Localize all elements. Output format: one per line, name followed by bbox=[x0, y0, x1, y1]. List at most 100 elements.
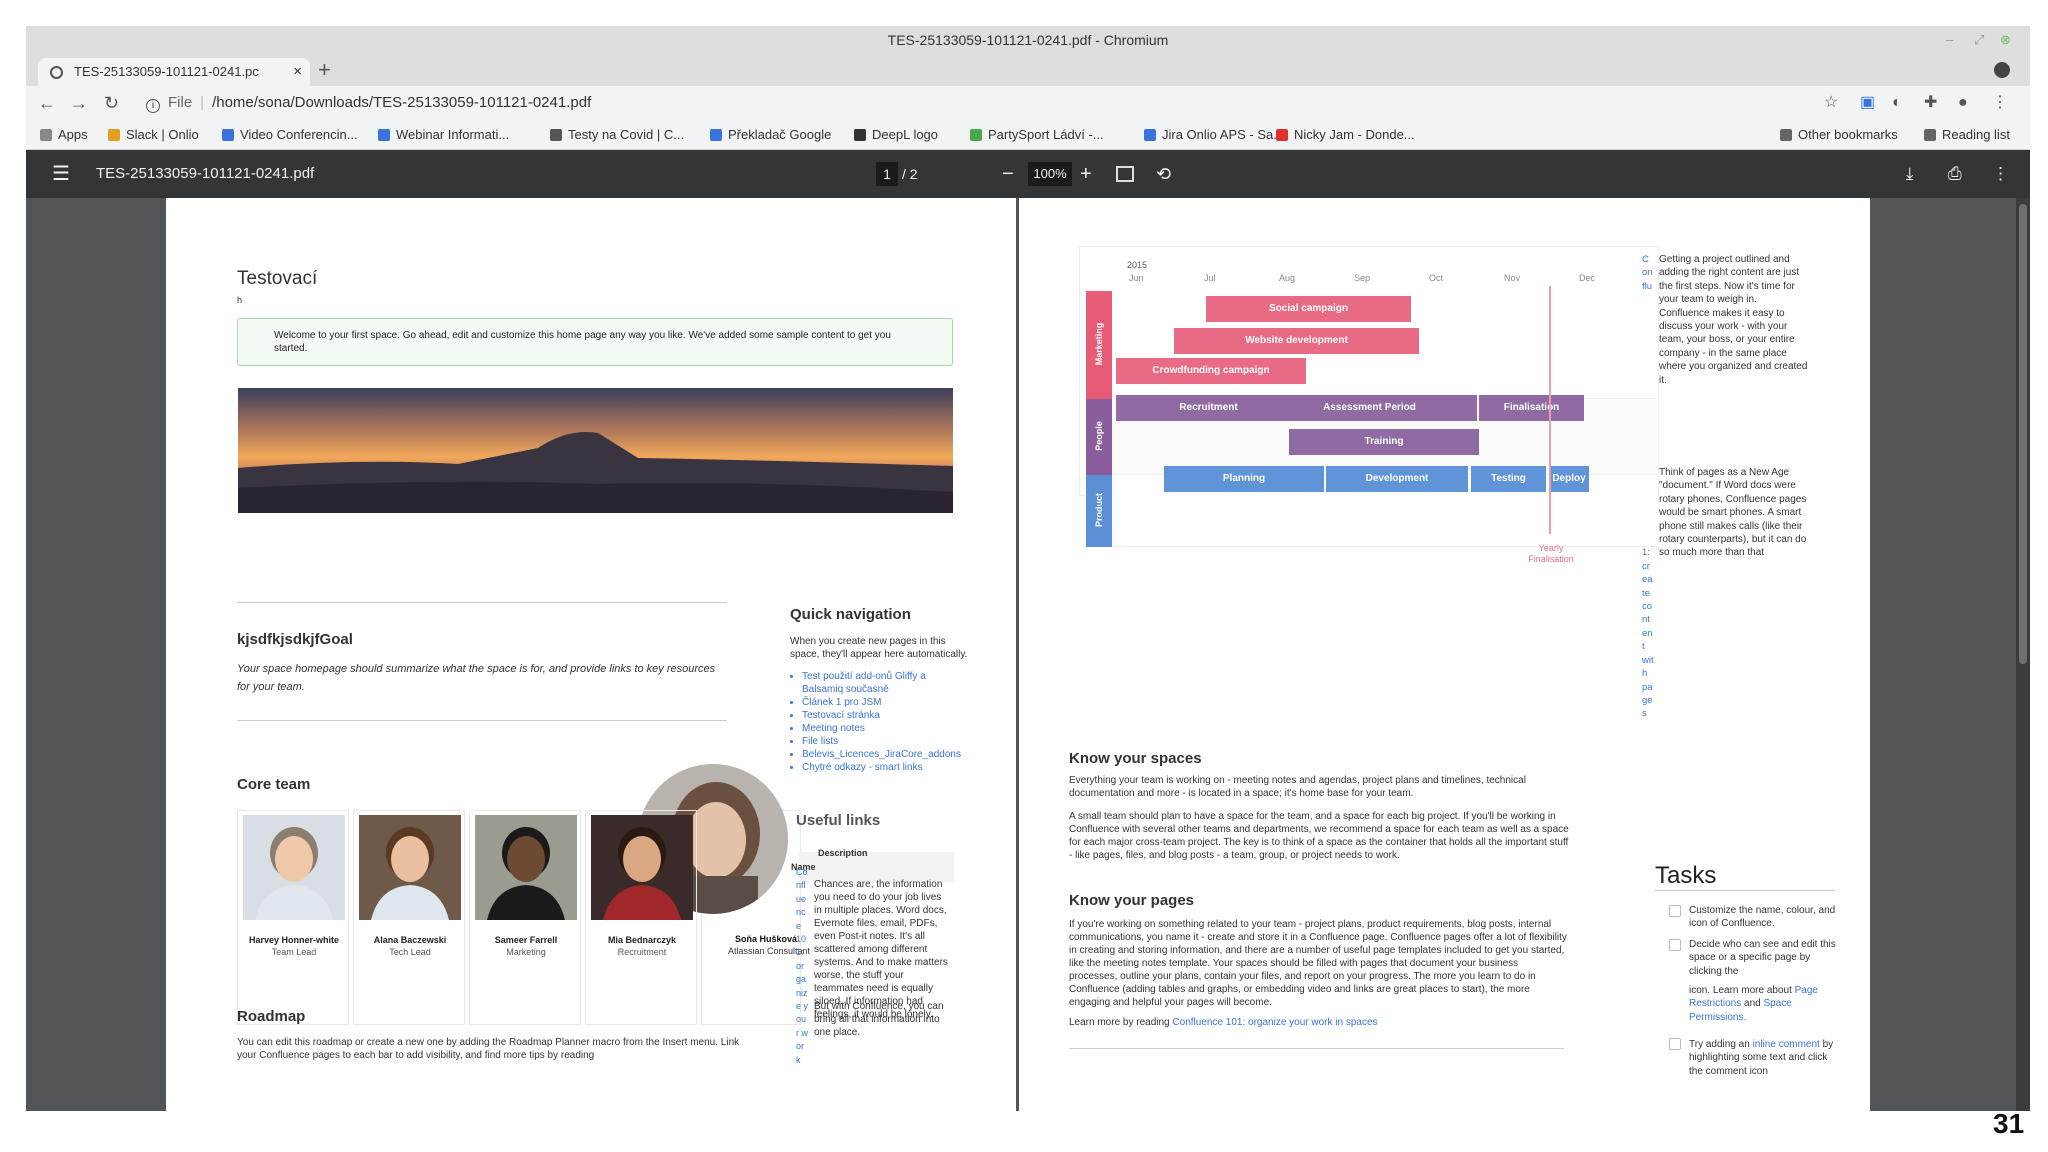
bookmark-label: Testy na Covid | C... bbox=[568, 127, 685, 142]
bookmark-item[interactable]: Překladač Google bbox=[710, 120, 831, 150]
bookmark-label: DeepL logo bbox=[872, 127, 939, 142]
chart-month-label: Jun bbox=[1129, 273, 1144, 283]
spaces-text-2: A small team should plan to have a space… bbox=[1069, 811, 1569, 861]
other-bookmarks-label: Other bookmarks bbox=[1798, 127, 1898, 142]
star-icon[interactable]: ☆ bbox=[1824, 86, 1838, 120]
quick-nav-link[interactable]: Článek 1 pro JSM bbox=[802, 696, 942, 709]
extension-icon[interactable]: ◐ bbox=[1892, 86, 1902, 120]
roadmap-bar[interactable]: Finalisation bbox=[1479, 395, 1584, 421]
forward-icon[interactable]: → bbox=[70, 86, 88, 120]
zoom-in-icon[interactable]: + bbox=[1080, 150, 1092, 198]
quick-nav-link[interactable]: Meeting notes bbox=[802, 722, 942, 735]
divider bbox=[237, 720, 727, 721]
hamburger-icon[interactable]: ☰ bbox=[52, 164, 70, 184]
puzzle-icon[interactable]: ✚ bbox=[1924, 86, 1937, 120]
bookmark-label: Nicky Jam - Donde... bbox=[1294, 127, 1415, 142]
chart-month-label: Dec bbox=[1579, 273, 1596, 283]
browser-window: TES-25133059-101121-0241.pdf - Chromium … bbox=[26, 26, 2030, 1111]
team-member-role: Marketing bbox=[506, 947, 546, 957]
scrollbar[interactable] bbox=[2016, 198, 2030, 1111]
avatar bbox=[359, 815, 461, 920]
bookmark-favicon bbox=[1144, 129, 1156, 141]
quick-nav-link[interactable]: Belevis_Licences_JiraCore_addons bbox=[802, 748, 961, 761]
roadmap-bar[interactable]: Deploy bbox=[1549, 466, 1589, 492]
page-title: Testovací bbox=[237, 268, 318, 289]
menu-icon[interactable]: ⋮ bbox=[1992, 86, 2008, 120]
bookmark-item[interactable]: PartySport Ládví -... bbox=[970, 120, 1104, 150]
zoom-level-input[interactable]: 100% bbox=[1028, 162, 1072, 186]
bookmark-item[interactable]: Testy na Covid | C... bbox=[550, 120, 684, 150]
task-2-text: icon. Learn more about bbox=[1689, 985, 1792, 996]
download-icon[interactable]: ⤓ bbox=[1906, 150, 1914, 198]
more-icon[interactable]: ⋮ bbox=[1992, 150, 2009, 198]
pdf-toolbar: ☰ TES-25133059-101121-0241.pdf 1 / 2 − 1… bbox=[26, 150, 2030, 198]
bookmark-item[interactable]: DeepL logo bbox=[854, 120, 938, 150]
roadmap-bar[interactable]: Website development bbox=[1174, 328, 1419, 354]
browser-tab[interactable]: TES-25133059-101121-0241.pc × bbox=[38, 58, 310, 86]
minimize-icon[interactable]: – bbox=[1946, 26, 1953, 54]
back-icon[interactable]: ← bbox=[38, 86, 56, 120]
task-2-and: and bbox=[1744, 998, 1761, 1010]
roadmap-bar[interactable]: Testing bbox=[1471, 466, 1546, 492]
bookmark-item[interactable]: Webinar Informati... bbox=[378, 120, 509, 150]
zoom-out-icon[interactable]: − bbox=[1002, 150, 1014, 198]
address-url: /home/sona/Downloads/TES-25133059-101121… bbox=[212, 94, 592, 111]
address-bar[interactable]: i File |/home/sona/Downloads/TES-25133059-… bbox=[146, 90, 1846, 116]
goal-heading: kjsdfkjsdkjfGoal bbox=[237, 631, 353, 648]
roadmap-bar[interactable]: Planning bbox=[1164, 466, 1324, 492]
bookmark-item[interactable]: Nicky Jam - Donde... bbox=[1276, 120, 1415, 150]
profile-icon[interactable]: ● bbox=[1958, 86, 1968, 120]
reload-icon[interactable]: ↻ bbox=[104, 86, 119, 120]
info-icon[interactable]: i bbox=[146, 99, 160, 113]
bookmark-favicon bbox=[1276, 129, 1288, 141]
reading-list-label: Reading list bbox=[1942, 127, 2010, 142]
print-icon[interactable]: ⎙ bbox=[1948, 150, 1962, 198]
quick-nav-link[interactable]: Chytré odkazy - smart links bbox=[802, 761, 942, 774]
bookmark-label: Webinar Informati... bbox=[396, 127, 510, 142]
extension-icon[interactable]: ▣ bbox=[1860, 86, 1875, 120]
task-3: Try adding an inline comment by highligh… bbox=[1689, 1038, 1839, 1078]
roadmap-bar[interactable]: Assessment Period bbox=[1262, 395, 1477, 421]
rotate-icon[interactable]: ⟲ bbox=[1156, 150, 1171, 198]
page-total: / 2 bbox=[902, 166, 918, 182]
bookmark-item[interactable]: Video Conferencin... bbox=[222, 120, 358, 150]
team-card: Sameer Farrell Marketing bbox=[469, 810, 581, 1025]
tab-close-icon[interactable]: × bbox=[293, 58, 302, 86]
bookmark-item[interactable]: Apps bbox=[40, 120, 88, 150]
roadmap-bar[interactable]: Crowdfunding campaign bbox=[1116, 358, 1306, 384]
bookmark-item[interactable]: Jira Onlio APS - Sa... bbox=[1144, 120, 1284, 150]
team-card: Harvey Honner-white Team Lead bbox=[237, 810, 349, 1025]
other-bookmarks[interactable]: Other bookmarks bbox=[1780, 120, 1898, 150]
roadmap-bar[interactable]: Training bbox=[1289, 429, 1479, 455]
useful-link-vertical[interactable]: Confluence 101: organize your work bbox=[796, 866, 808, 1067]
title-bar: TES-25133059-101121-0241.pdf - Chromium … bbox=[26, 26, 2030, 54]
close-window-icon[interactable]: ⊗ bbox=[2000, 26, 2011, 54]
task-checkbox[interactable] bbox=[1669, 905, 1681, 917]
bookmark-item[interactable]: Slack | Onlio bbox=[108, 120, 199, 150]
team-card: Mia Bednarczyk Recruitment bbox=[585, 810, 697, 1025]
lane-label-text: People bbox=[1094, 421, 1104, 451]
tab-search-icon[interactable] bbox=[1994, 62, 2010, 78]
quick-nav-list: Test použití add-onů Gliffy a Balsamiq s… bbox=[792, 670, 961, 774]
inline-comment-link[interactable]: inline comment bbox=[1753, 1039, 1820, 1050]
learn-more-link[interactable]: Confluence 101: organize your work in sp… bbox=[1172, 1017, 1377, 1028]
task-1[interactable]: Customize the name, colour, and icon of … bbox=[1689, 904, 1839, 931]
reading-list[interactable]: Reading list bbox=[1924, 120, 2010, 150]
maximize-icon[interactable]: ⤢ bbox=[1974, 26, 1984, 54]
task-3-text: Try adding an bbox=[1689, 1039, 1750, 1050]
page-number-input[interactable]: 1 bbox=[876, 162, 898, 186]
chart-month-label: Oct bbox=[1429, 273, 1444, 283]
lane-label-text: Product bbox=[1094, 493, 1104, 528]
bookmark-label: PartySport Ládví -... bbox=[988, 127, 1104, 142]
roadmap-bar[interactable]: Social campaign bbox=[1206, 296, 1411, 322]
quick-nav-link[interactable]: File lists bbox=[802, 735, 942, 748]
new-tab-button[interactable]: + bbox=[318, 54, 331, 86]
learn-more: Learn more by reading Confluence 101: or… bbox=[1069, 1016, 1589, 1029]
quick-nav-link[interactable]: Testovací stránka bbox=[802, 709, 942, 722]
task-checkbox[interactable] bbox=[1669, 1038, 1681, 1050]
fit-page-icon[interactable] bbox=[1116, 166, 1134, 182]
roadmap-bar[interactable]: Development bbox=[1326, 466, 1468, 492]
scrollbar-thumb[interactable] bbox=[2019, 204, 2027, 664]
task-checkbox[interactable] bbox=[1669, 939, 1681, 951]
quick-nav-link[interactable]: Test použití add-onů Gliffy a Balsamiq s… bbox=[802, 670, 942, 696]
